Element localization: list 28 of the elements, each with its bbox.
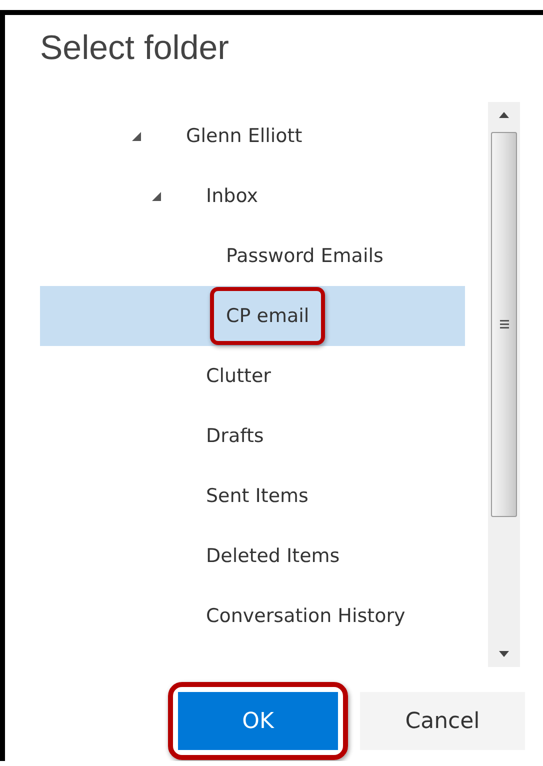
tree-item[interactable]: Conversation History bbox=[40, 586, 465, 646]
scroll-down-icon[interactable] bbox=[499, 651, 509, 657]
dialog-button[interactable]: Cancel bbox=[360, 692, 525, 750]
tree-item[interactable]: Inbox bbox=[40, 166, 465, 226]
folder-name: Deleted Items bbox=[205, 544, 341, 569]
tree-item[interactable]: CP email bbox=[40, 286, 465, 346]
scroll-up-icon[interactable] bbox=[499, 112, 509, 118]
grip-icon bbox=[500, 320, 508, 329]
tree-item[interactable]: Glenn Elliott bbox=[40, 106, 465, 166]
folder-name: Glenn Elliott bbox=[185, 124, 304, 149]
folder-name: Clutter bbox=[205, 364, 272, 389]
tree-item[interactable]: Clutter bbox=[40, 346, 465, 406]
tree-item[interactable]: Drafts bbox=[40, 406, 465, 466]
dialog-title: Select folder bbox=[39, 28, 230, 69]
tree-item[interactable]: Sent Items bbox=[40, 466, 465, 526]
vertical-scrollbar[interactable] bbox=[488, 102, 520, 667]
tree-item[interactable]: Password Emails bbox=[40, 226, 465, 286]
expand-triangle-icon[interactable] bbox=[132, 132, 141, 140]
scroll-thumb[interactable] bbox=[491, 132, 517, 517]
folder-name: Sent Items bbox=[205, 484, 310, 509]
folder-name: Inbox bbox=[205, 184, 259, 209]
tree-item[interactable]: Deleted Items bbox=[40, 526, 465, 586]
folder-name: Drafts bbox=[205, 424, 265, 449]
folder-name: Password Emails bbox=[225, 244, 384, 269]
expand-triangle-icon[interactable] bbox=[152, 192, 161, 200]
folder-name: CP email bbox=[210, 287, 326, 345]
folder-name: Conversation History bbox=[205, 604, 406, 629]
dialog-button[interactable]: OK bbox=[178, 692, 338, 750]
